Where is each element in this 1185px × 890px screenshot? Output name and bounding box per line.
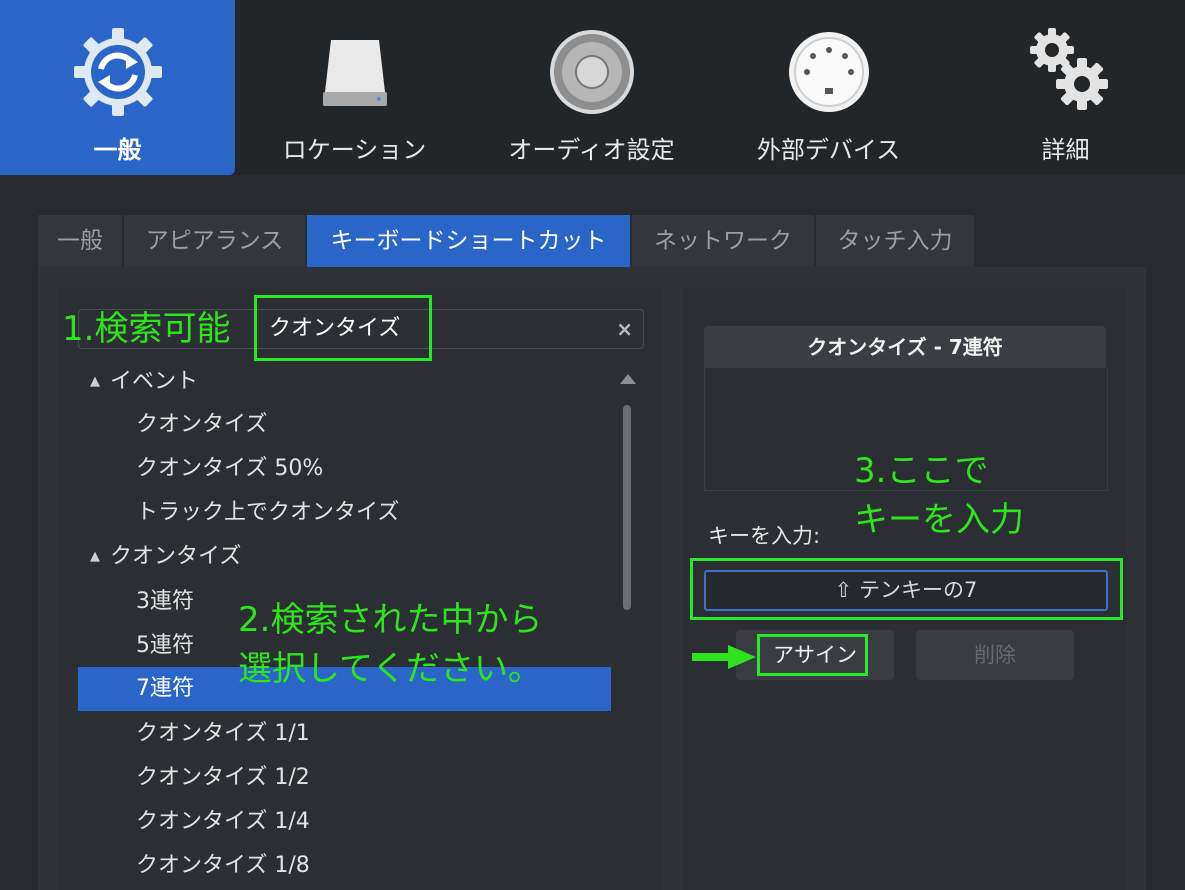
toolbar-label: ロケーション: [282, 136, 427, 164]
tab-touch-input[interactable]: タッチ入力: [816, 215, 976, 267]
shortcut-title: クオンタイズ - 7連符: [704, 326, 1106, 368]
tree-folder-events[interactable]: ▲ イベント: [78, 360, 611, 404]
tab-general[interactable]: 一般: [38, 215, 124, 267]
preferences-toolbar: 一般 ロケーション オーディオ設定 外部デバイス 詳細: [0, 0, 1185, 175]
tree-item-label: 5連符: [136, 633, 194, 658]
annotation-select-line1: 2.検索された中から: [238, 600, 543, 640]
clear-icon[interactable]: ×: [616, 310, 633, 348]
tree-item[interactable]: クオンタイズ: [78, 403, 611, 447]
scroll-up-arrow-icon[interactable]: [620, 374, 636, 384]
tree-item[interactable]: クオンタイズ 50%: [78, 447, 611, 491]
delete-button[interactable]: 削除: [916, 630, 1074, 680]
tree-item[interactable]: クオンタイズ 1/4: [78, 800, 611, 844]
gears-icon: [1029, 28, 1108, 110]
tree-item-label: クオンタイズ: [110, 544, 242, 569]
annotation-arrow-icon: [692, 645, 756, 669]
midi-port-icon: [788, 32, 869, 112]
annotation-search: 1.検索可能: [62, 309, 231, 349]
speaker-icon: [549, 30, 634, 114]
tree-item-label: 7連符: [136, 676, 194, 701]
toolbar-item-audio-settings[interactable]: オーディオ設定: [474, 0, 709, 175]
drive-icon: [322, 40, 387, 106]
tree-item-label: クオンタイズ 50%: [136, 456, 324, 481]
toolbar-item-location[interactable]: ロケーション: [237, 0, 472, 175]
expand-triangle-icon[interactable]: ▲: [90, 535, 100, 579]
tree-item-label: クオンタイズ 1/4: [136, 809, 310, 834]
tree-item-label: クオンタイズ: [136, 412, 268, 437]
gear-sync-icon: [73, 28, 162, 116]
annotation-search-box: [254, 295, 432, 361]
tree-item-label: イベント: [110, 369, 199, 394]
scrollbar-thumb[interactable]: [623, 405, 631, 610]
annotation-select-line2: 選択してください。: [238, 649, 542, 689]
tree-item-label: クオンタイズ 1/8: [136, 853, 310, 878]
key-input-label: キーを入力:: [708, 524, 821, 548]
expand-triangle-icon[interactable]: ▲: [90, 360, 100, 404]
tree-item-label: クオンタイズ 1/2: [136, 765, 310, 790]
tree-item[interactable]: クオンタイズ 1/2: [78, 756, 611, 800]
toolbar-item-advanced[interactable]: 詳細: [948, 0, 1183, 175]
toolbar-label: オーディオ設定: [508, 136, 675, 164]
toolbar-label: 詳細: [1041, 136, 1090, 164]
annotation-key-line2: キーを入力: [854, 500, 1024, 540]
annotation-assign-box: [757, 634, 868, 676]
toolbar-item-external-devices[interactable]: 外部デバイス: [711, 0, 946, 175]
tree-item[interactable]: クオンタイズ 1/1: [78, 712, 611, 756]
tab-appearance[interactable]: アピアランス: [124, 215, 307, 267]
scrollbar[interactable]: [618, 370, 636, 890]
tree-item-label: 3連符: [136, 589, 194, 614]
toolbar-label: 一般: [93, 136, 142, 164]
tree-item[interactable]: クオンタイズ 1/8: [78, 844, 611, 888]
annotation-key-box: [690, 558, 1123, 620]
tree-item-label: クオンタイズ 1/1: [136, 721, 310, 746]
tab-keyboard-shortcuts[interactable]: キーボードショートカット: [307, 215, 632, 267]
tab-network[interactable]: ネットワーク: [632, 215, 816, 267]
tree-item[interactable]: トラック上でクオンタイズ: [78, 491, 611, 535]
tree-item-label: トラック上でクオンタイズ: [136, 500, 400, 525]
toolbar-item-general[interactable]: 一般: [0, 0, 235, 175]
toolbar-label: 外部デバイス: [756, 136, 901, 164]
annotation-key-line1: 3.ここで: [854, 451, 989, 491]
tree-folder-quantize[interactable]: ▲ クオンタイズ: [78, 535, 611, 579]
